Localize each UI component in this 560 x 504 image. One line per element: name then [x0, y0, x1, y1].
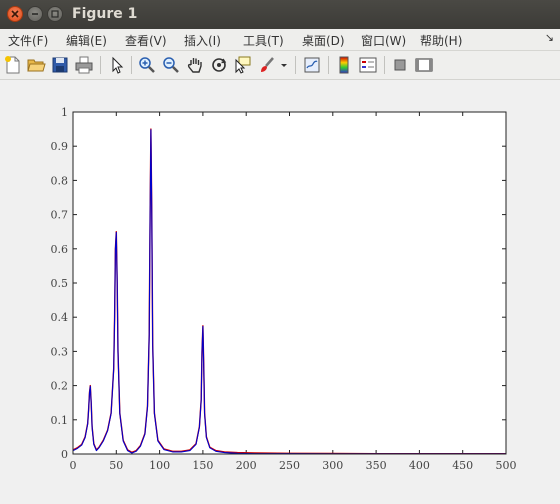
y-tick-label: 0.6 [51, 243, 69, 256]
save-icon [52, 57, 68, 73]
close-button[interactable] [7, 6, 23, 22]
maximize-button[interactable] [47, 6, 63, 22]
window-title: Figure 1 [72, 6, 138, 22]
y-tick-label: 0.4 [51, 311, 69, 324]
y-tick-label: 1 [61, 106, 68, 119]
link-plot-icon [304, 57, 320, 73]
toolbar-separator [100, 56, 101, 74]
brush-icon [261, 57, 274, 72]
new-figure-button[interactable] [3, 55, 23, 75]
zoom-out-button[interactable] [161, 55, 181, 75]
zoom-in-button[interactable] [137, 55, 157, 75]
x-tick-label: 400 [409, 459, 430, 472]
print-icon [75, 56, 93, 74]
toolbar-separator [131, 56, 132, 74]
minimize-icon [32, 13, 38, 15]
toolbar [0, 51, 560, 80]
y-tick-label: 0.3 [51, 345, 69, 358]
pan-button[interactable] [185, 55, 205, 75]
select-arrow-button[interactable] [107, 55, 127, 75]
menu-overflow-arrow[interactable]: ↘ [545, 31, 554, 44]
show-plot-tools-button[interactable] [414, 55, 434, 75]
x-tick-label: 100 [149, 459, 170, 472]
plot-axes[interactable]: 0 50 100 150 200 250 300 350 400 450 500 0 0.1 0.2 0.3… [0, 80, 560, 501]
y-tick-label: 0.9 [51, 140, 69, 153]
menu-window[interactable]: 窗口(W) [361, 32, 406, 49]
x-tick-label: 500 [496, 459, 517, 472]
menu-tools[interactable]: 工具(T) [243, 32, 284, 49]
menu-desktop[interactable]: 桌面(D) [302, 32, 345, 49]
select-arrow-icon [112, 56, 124, 74]
pan-hand-icon [187, 58, 202, 73]
open-file-button[interactable] [26, 55, 46, 75]
rotate-3d-icon [212, 58, 227, 72]
print-button[interactable] [74, 55, 94, 75]
x-tick-label: 50 [109, 459, 123, 472]
title-bar: Figure 1 [0, 0, 560, 29]
brush-button[interactable] [257, 55, 277, 75]
colorbar-icon [339, 56, 349, 74]
minimize-button[interactable] [27, 6, 43, 22]
y-tick-label: 0.1 [51, 414, 69, 427]
menu-view[interactable]: 查看(V) [125, 32, 167, 49]
menu-edit[interactable]: 编辑(E) [66, 32, 107, 49]
x-tick-label: 150 [192, 459, 213, 472]
figure-area: 0 50 100 150 200 250 300 350 400 450 500 0 0.1 0.2 0.3… [0, 80, 560, 501]
open-file-icon [27, 59, 46, 72]
close-icon [11, 10, 19, 18]
x-tick-label: 450 [452, 459, 473, 472]
y-tick-label: 0.2 [51, 380, 69, 393]
hide-plot-tools-button[interactable] [390, 55, 410, 75]
rotate-3d-button[interactable] [209, 55, 229, 75]
menu-insert[interactable]: 插入(I) [184, 32, 221, 49]
legend-icon [359, 57, 377, 73]
show-plot-tools-icon [415, 58, 433, 72]
link-plot-button[interactable] [302, 55, 322, 75]
hide-plot-tools-icon [394, 59, 406, 71]
brush-dropdown-button[interactable] [279, 55, 289, 75]
new-figure-icon [5, 56, 20, 74]
y-tick-label: 0.7 [51, 209, 69, 222]
maximize-icon [51, 10, 59, 18]
data-cursor-icon [235, 56, 251, 74]
y-tick-label: 0.5 [51, 277, 69, 290]
menu-help[interactable]: 帮助(H) [420, 32, 462, 49]
menu-bar: 文件(F) 编辑(E) 查看(V) 插入(I) 工具(T) 桌面(D) 窗口(W… [0, 29, 560, 51]
legend-button[interactable] [358, 55, 378, 75]
colorbar-button[interactable] [334, 55, 354, 75]
toolbar-separator [384, 56, 385, 74]
y-tick-label: 0.8 [51, 174, 69, 187]
brush-dropdown-icon [281, 64, 287, 67]
x-tick-label: 250 [279, 459, 300, 472]
axes-background [73, 112, 506, 454]
toolbar-separator [295, 56, 296, 74]
data-cursor-button[interactable] [233, 55, 253, 75]
x-tick-label: 200 [236, 459, 257, 472]
x-tick-label: 350 [366, 459, 387, 472]
x-tick-label: 0 [70, 459, 77, 472]
x-tick-label: 300 [322, 459, 343, 472]
save-button[interactable] [50, 55, 70, 75]
y-tick-label: 0 [61, 448, 68, 461]
zoom-in-icon [139, 57, 155, 73]
toolbar-separator [328, 56, 329, 74]
menu-file[interactable]: 文件(F) [8, 32, 48, 49]
zoom-out-icon [163, 57, 179, 73]
